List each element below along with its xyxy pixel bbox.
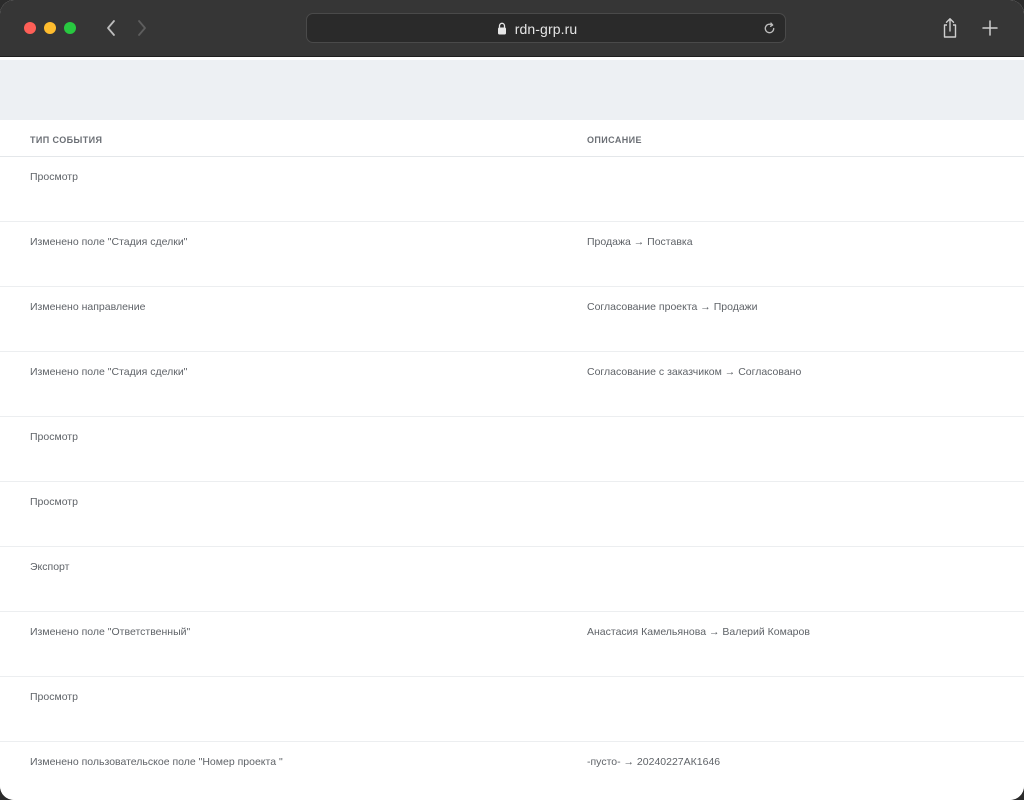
event-type-cell: Просмотр: [30, 691, 78, 703]
event-type-cell: Изменено пользовательское поле "Номер пр…: [30, 756, 283, 768]
table-row[interactable]: Изменено поле "Ответственный" Анастасия …: [0, 612, 1024, 677]
table-row[interactable]: Изменено поле "Стадия сделки" Продажа → …: [0, 222, 1024, 287]
event-type-cell: Изменено поле "Стадия сделки": [30, 366, 188, 378]
table-row[interactable]: Изменено поле "Стадия сделки" Согласован…: [0, 352, 1024, 417]
table-row[interactable]: Просмотр: [0, 677, 1024, 742]
table-row[interactable]: Просмотр: [0, 157, 1024, 222]
table-header: Тип события Описание: [0, 120, 1024, 157]
event-type-cell: Просмотр: [30, 431, 78, 443]
column-header-event-type[interactable]: Тип события: [30, 135, 102, 145]
new-tab-button[interactable]: [980, 17, 1000, 39]
plus-icon: [982, 20, 998, 36]
page-content: Тип события Описание Просмотр Изменено п…: [0, 57, 1024, 800]
event-type-cell: Изменено поле "Ответственный": [30, 626, 191, 638]
minimize-window-button[interactable]: [44, 22, 56, 34]
close-window-button[interactable]: [24, 22, 36, 34]
page-header-bar: [0, 60, 1024, 120]
chevron-left-icon: [107, 20, 115, 36]
description-cell: Согласование проекта → Продажи: [587, 301, 758, 313]
browser-toolbar: rdn-grp.ru: [0, 0, 1024, 57]
description-cell: Анастасия Камельянова → Валерий Комаров: [587, 626, 810, 638]
chevron-right-icon: [138, 20, 146, 36]
table-row[interactable]: Изменено направление Согласование проект…: [0, 287, 1024, 352]
table-row[interactable]: Изменено пользовательское поле "Номер пр…: [0, 742, 1024, 800]
event-type-cell: Экспорт: [30, 561, 70, 573]
url-text: rdn-grp.ru: [514, 21, 578, 37]
description-cell: -пусто- → 20240227АК1646: [587, 756, 721, 768]
table-row[interactable]: Просмотр: [0, 417, 1024, 482]
events-table: Тип события Описание Просмотр Изменено п…: [0, 120, 1024, 800]
address-bar[interactable]: rdn-grp.ru: [306, 13, 786, 43]
table-row[interactable]: Просмотр: [0, 482, 1024, 547]
description-cell: Продажа → Поставка: [587, 236, 693, 248]
share-button[interactable]: [940, 17, 960, 39]
event-type-cell: Изменено поле "Стадия сделки": [30, 236, 188, 248]
column-header-description[interactable]: Описание: [587, 135, 642, 145]
table-row[interactable]: Экспорт: [0, 547, 1024, 612]
event-type-cell: Просмотр: [30, 171, 78, 183]
event-type-cell: Просмотр: [30, 496, 78, 508]
description-cell: Согласование с заказчиком → Согласовано: [587, 366, 802, 378]
back-button[interactable]: [100, 16, 122, 40]
event-type-cell: Изменено направление: [30, 301, 146, 313]
zoom-window-button[interactable]: [64, 22, 76, 34]
share-icon: [943, 18, 957, 38]
reload-icon[interactable]: [762, 21, 777, 36]
browser-window: rdn-grp.ru Тип события Описание: [0, 0, 1024, 800]
forward-button[interactable]: [131, 16, 153, 40]
